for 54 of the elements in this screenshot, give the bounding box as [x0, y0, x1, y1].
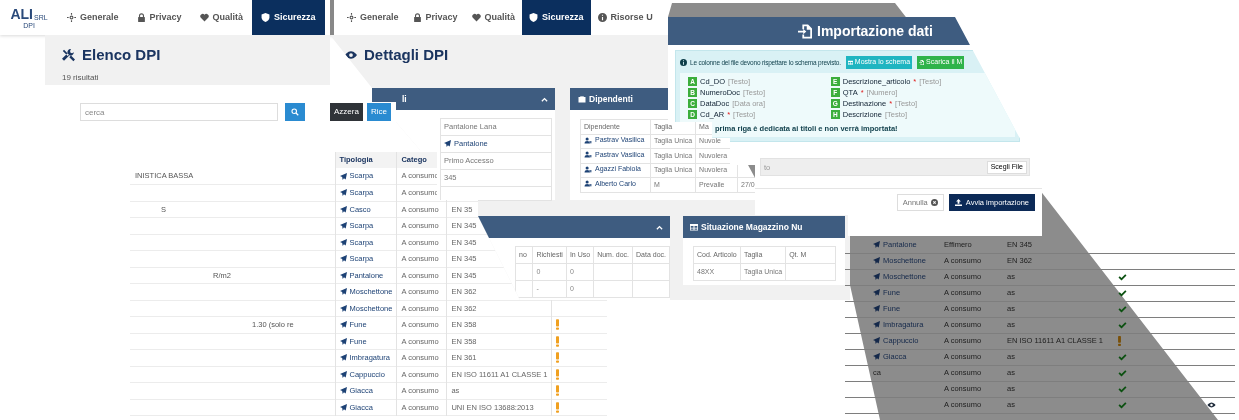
tools-icon [62, 48, 75, 62]
eye-icon [345, 49, 357, 62]
nav-tab[interactable]: Qualità [464, 0, 523, 35]
nav-tab[interactable]: Generale [340, 0, 406, 35]
exclamation-icon [556, 401, 560, 413]
dialog-title: Importazione dati [817, 21, 933, 41]
exclamation-icon [556, 368, 560, 380]
shield-icon [529, 13, 539, 22]
search-icon [291, 108, 299, 116]
result-count: 19 risultati [62, 71, 100, 84]
chevron-up-icon [541, 95, 548, 103]
lock-icon [412, 13, 422, 22]
heart-icon [199, 13, 209, 22]
nav-tab[interactable]: Sicurezza [252, 0, 325, 35]
heart-icon [471, 13, 481, 22]
exclamation-icon [1118, 336, 1121, 346]
eye-icon [1207, 401, 1216, 409]
search-button[interactable] [285, 103, 305, 121]
user-icon [584, 136, 592, 144]
info-icon [597, 13, 607, 22]
file-import-icon [798, 23, 812, 39]
card-title: Situazione Magazzino Nu [701, 220, 803, 234]
action-button[interactable]: Rice [366, 103, 391, 121]
logo-text: ALI [10, 6, 33, 21]
search-field[interactable]: cerca [80, 103, 278, 121]
nav-tab[interactable]: Risorse U [590, 0, 660, 35]
chevron-up-icon [656, 223, 663, 231]
nav-tab[interactable]: Sicurezza [522, 0, 591, 35]
nav-tab[interactable]: Generale [58, 0, 128, 35]
exclamation-icon [556, 352, 560, 364]
table-icon [690, 223, 698, 231]
info-icon [680, 59, 687, 66]
paper-plane-icon [339, 172, 347, 180]
table-icon [847, 60, 853, 65]
card-title: li [402, 92, 407, 106]
file-import-icon [919, 60, 925, 65]
exclamation-icon [556, 385, 560, 397]
paper-plane-icon [444, 139, 451, 147]
page-title: Dettagli DPI [364, 45, 449, 65]
nav-tab[interactable]: Privacy [127, 0, 191, 35]
action-button[interactable]: Azzera [330, 103, 363, 121]
exclamation-icon [556, 335, 560, 347]
nav-tab[interactable]: Privacy [405, 0, 465, 35]
shield-icon [261, 13, 271, 22]
page-title: Elenco DPI [82, 45, 161, 65]
nav-tab[interactable]: Qualità [190, 0, 253, 35]
user-icon [584, 151, 592, 159]
card-title: Dipendenti [589, 92, 633, 106]
briefcase-icon [578, 95, 586, 103]
lock-icon [136, 13, 146, 22]
upload-icon [954, 199, 962, 207]
exclamation-icon [556, 319, 560, 331]
user-icon [584, 165, 592, 173]
user-icon [584, 180, 592, 188]
